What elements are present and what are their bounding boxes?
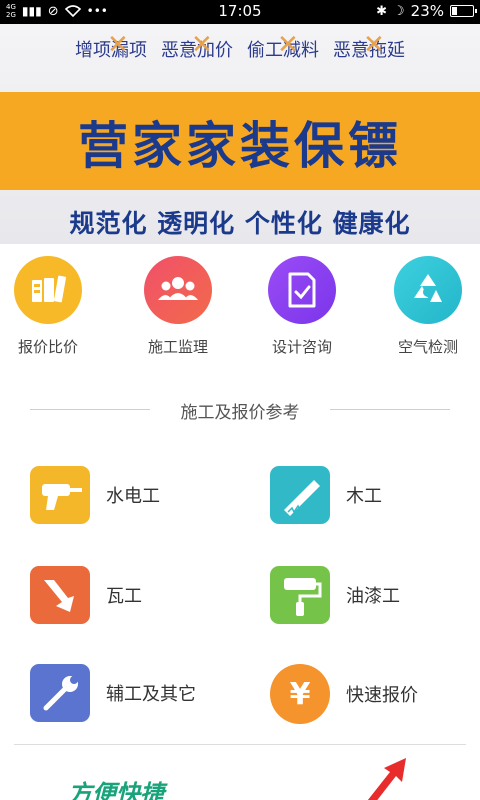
category-item-quick-quote[interactable]: ¥ 快速报价 bbox=[270, 664, 418, 724]
category-label: 木工 bbox=[346, 486, 382, 507]
service-label: 设计咨询 bbox=[271, 338, 332, 356]
battery-percent: 23% bbox=[410, 2, 444, 20]
service-label: 施工监理 bbox=[147, 338, 208, 356]
service-item-air-test[interactable]: 空气检测 bbox=[378, 256, 478, 357]
category-label: 油漆工 bbox=[346, 586, 400, 607]
category-item-plumbing-electrical[interactable]: 水电工 bbox=[30, 466, 160, 524]
document-check-icon bbox=[268, 256, 336, 324]
status-bar: 4G 2G ▮▮▮ ⊘ ••• 17:05 ✱ ☽ 23% bbox=[0, 0, 480, 24]
section-title: 施工及报价参考 bbox=[180, 403, 300, 423]
divider-line bbox=[14, 744, 466, 745]
service-label: 报价比价 bbox=[17, 338, 78, 356]
term-item: 偷工减料 ✕ bbox=[247, 30, 319, 61]
divider-line bbox=[330, 409, 450, 410]
category-label: 瓦工 bbox=[106, 586, 142, 607]
service-label: 空气检测 bbox=[397, 338, 458, 356]
divider-line bbox=[30, 409, 150, 410]
yen-icon: ¥ bbox=[270, 664, 330, 724]
category-label: 水电工 bbox=[106, 486, 160, 507]
growth-arrow-icon bbox=[367, 758, 406, 800]
people-icon bbox=[144, 256, 212, 324]
cross-mark-icon: ✕ bbox=[191, 30, 213, 60]
bluetooth-icon: ✱ bbox=[376, 3, 387, 19]
service-item-quote-compare[interactable]: 报价比价 bbox=[0, 256, 98, 357]
term-item: 恶意拖延 ✕ bbox=[333, 30, 405, 61]
category-item-painting[interactable]: 油漆工 bbox=[270, 566, 400, 624]
term-item: 恶意加价 ✕ bbox=[161, 30, 233, 61]
recycle-icon bbox=[394, 256, 462, 324]
brand-title: 营家家装保镖 bbox=[78, 117, 402, 175]
category-item-carpentry[interactable]: 木工 bbox=[270, 466, 382, 524]
wrench-icon bbox=[30, 664, 90, 722]
hero-banner[interactable]: 增项漏项 ✕ 恶意加价 ✕ 偷工减料 ✕ 恶意拖延 ✕ 营家家装保镖 规范化 透明化 个… bbox=[0, 24, 480, 244]
category-item-auxiliary[interactable]: 辅工及其它 bbox=[30, 664, 196, 722]
term-item: 增项漏项 ✕ bbox=[75, 30, 147, 61]
service-item-design-consult[interactable]: 设计咨询 bbox=[252, 256, 352, 357]
section-header: 施工及报价参考 bbox=[0, 398, 480, 423]
slogan: 规范化 透明化 个性化 健康化 bbox=[69, 209, 411, 238]
cross-mark-icon: ✕ bbox=[277, 30, 299, 60]
service-grid: 报价比价 施工监理 设计咨询 空气检测 bbox=[0, 256, 480, 366]
category-label: 快速报价 bbox=[346, 685, 418, 706]
battery-icon bbox=[450, 5, 477, 17]
promo-text: 方便快捷 bbox=[68, 780, 164, 800]
category-label: 辅工及其它 bbox=[106, 684, 196, 705]
service-item-supervision[interactable]: 施工监理 bbox=[128, 256, 228, 357]
category-item-tiling[interactable]: 瓦工 bbox=[30, 566, 142, 624]
problem-terms: 增项漏项 ✕ 恶意加价 ✕ 偷工减料 ✕ 恶意拖延 ✕ bbox=[0, 30, 480, 62]
drill-icon bbox=[30, 466, 90, 524]
paint-roller-icon bbox=[270, 566, 330, 624]
cross-mark-icon: ✕ bbox=[107, 30, 129, 60]
saw-icon bbox=[270, 466, 330, 524]
cross-mark-icon: ✕ bbox=[363, 30, 385, 60]
do-not-disturb-icon: ☽ bbox=[393, 3, 405, 19]
calculator-icon bbox=[14, 256, 82, 324]
trowel-icon bbox=[30, 566, 90, 624]
